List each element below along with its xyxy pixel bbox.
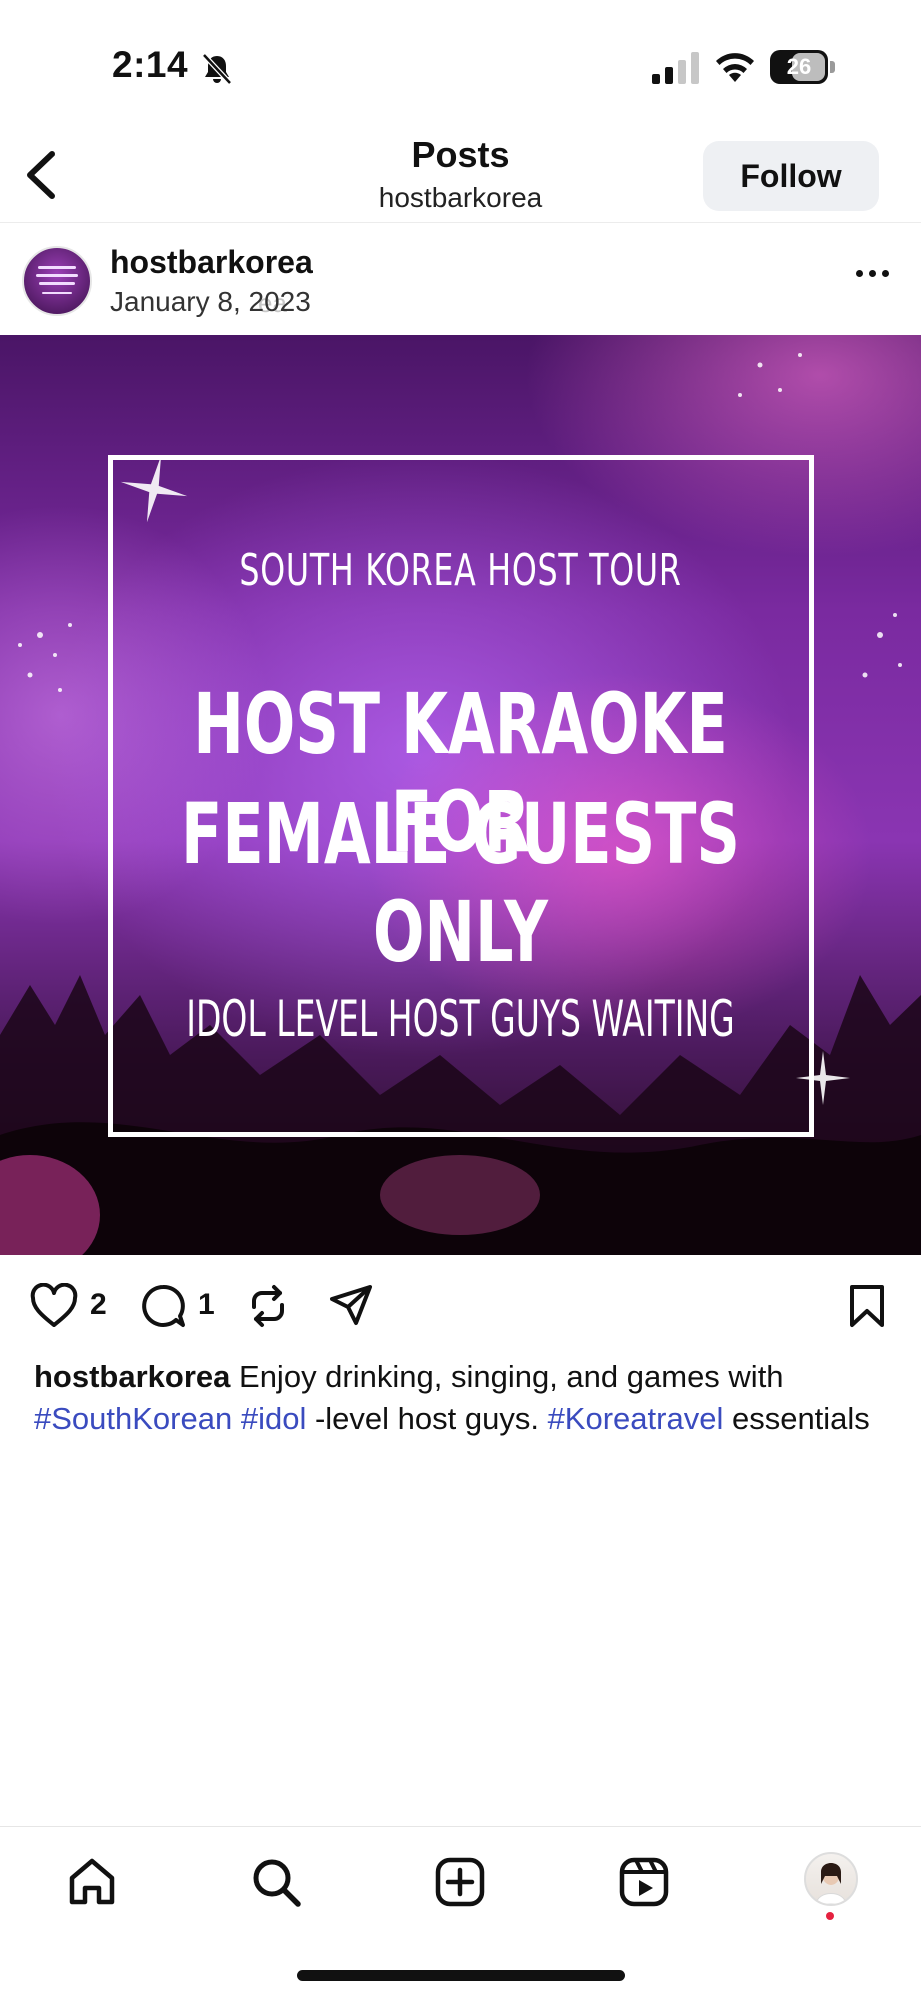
header-divider: [0, 222, 921, 223]
nav-divider: [0, 1826, 921, 1827]
follow-button[interactable]: Follow: [703, 141, 879, 211]
repost-icon[interactable]: [246, 1283, 290, 1329]
wifi-icon: [716, 53, 754, 82]
status-time: 2:14: [112, 44, 189, 85]
image-headline-sub: IDOL LEVEL HOST GUYS WAITING: [186, 990, 735, 1048]
notification-dot: [826, 1912, 834, 1920]
caption-text-2: -level host guys.: [306, 1401, 548, 1436]
heart-icon[interactable]: [30, 1283, 78, 1329]
caption-username[interactable]: hostbarkorea: [34, 1359, 230, 1394]
post-image[interactable]: SOUTH KOREA HOST TOUR HOST KARAOKE FOR F…: [0, 335, 921, 1255]
search-icon[interactable]: [250, 1856, 302, 1908]
home-icon[interactable]: [66, 1856, 118, 1908]
caption-text: Enjoy drinking, singing, and games with: [230, 1359, 784, 1394]
bookmark-icon[interactable]: [848, 1283, 886, 1329]
post-username[interactable]: hostbarkorea: [110, 244, 313, 281]
more-options-icon[interactable]: [856, 270, 892, 282]
battery-icon: 26: [770, 50, 836, 84]
post-avatar[interactable]: [22, 246, 92, 316]
battery-level: 26: [786, 54, 812, 79]
profile-avatar[interactable]: [804, 1852, 858, 1906]
image-headline-tour: SOUTH KOREA HOST TOUR: [239, 545, 682, 596]
create-icon[interactable]: [434, 1856, 486, 1908]
home-indicator[interactable]: [297, 1970, 625, 1981]
comment-icon[interactable]: [140, 1283, 186, 1329]
profile-photo: [815, 1863, 847, 1904]
hashtag-idol[interactable]: #idol: [241, 1401, 307, 1436]
reels-icon[interactable]: [618, 1856, 670, 1908]
caption-text-3: essentials: [723, 1401, 870, 1436]
like-count[interactable]: 2: [90, 1288, 107, 1322]
post-caption: hostbarkorea Enjoy drinking, singing, an…: [34, 1356, 894, 1440]
image-headline-main-2: FEMALE GUESTS ONLY: [181, 785, 740, 981]
comment-count[interactable]: 1: [198, 1288, 215, 1322]
hashtag-koreatravel[interactable]: #Koreatravel: [548, 1401, 724, 1436]
share-icon[interactable]: [328, 1283, 374, 1329]
signal-icon: [652, 52, 699, 84]
post-date: January 8, 2023: [110, 286, 311, 317]
hashtag-southkorean[interactable]: #SouthKorean: [34, 1401, 232, 1436]
bell-slash-icon: [202, 53, 232, 85]
